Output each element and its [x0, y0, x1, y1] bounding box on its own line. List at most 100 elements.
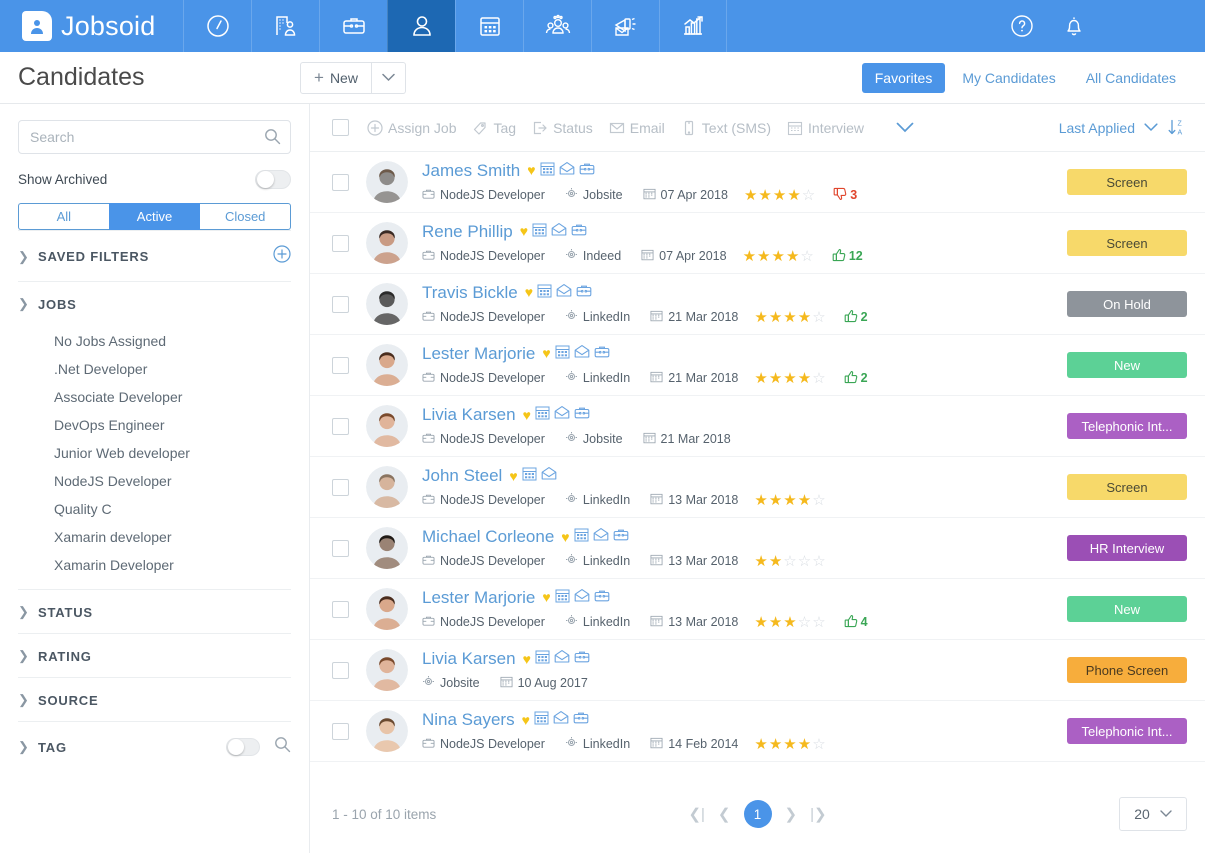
rating-stars[interactable]: ★★★★☆ — [744, 188, 815, 203]
favorite-heart-icon[interactable]: ♥ — [542, 590, 550, 604]
action-text-sms[interactable]: Text (SMS) — [681, 120, 771, 136]
more-actions-chevron-down-icon[interactable] — [896, 122, 914, 133]
nav-team[interactable] — [523, 0, 591, 52]
envelope-open-icon[interactable] — [553, 710, 569, 729]
briefcase-icon[interactable] — [594, 344, 610, 363]
avatar[interactable] — [366, 283, 408, 325]
vote-count-down[interactable]: 3 — [833, 187, 857, 204]
avatar[interactable] — [366, 588, 408, 630]
first-page-icon[interactable]: ❮| — [688, 805, 704, 823]
calendar-icon[interactable] — [574, 527, 589, 546]
rating-stars[interactable]: ★★☆☆☆ — [754, 554, 825, 569]
action-email[interactable]: Email — [609, 120, 665, 136]
nav-dashboard[interactable] — [183, 0, 251, 52]
calendar-icon[interactable] — [532, 222, 547, 241]
avatar[interactable] — [366, 161, 408, 203]
candidate-row[interactable]: Michael Corleone♥NodeJS DeveloperLinkedI… — [310, 518, 1205, 579]
calendar-icon[interactable] — [540, 161, 555, 180]
envelope-open-icon[interactable] — [554, 649, 570, 668]
tag-search-icon[interactable] — [274, 736, 291, 758]
envelope-open-icon[interactable] — [574, 588, 590, 607]
status-badge[interactable]: Screen — [1067, 230, 1187, 256]
rating-stars[interactable]: ★★★★☆ — [754, 310, 825, 325]
envelope-open-icon[interactable] — [541, 466, 557, 485]
briefcase-icon[interactable] — [571, 222, 587, 241]
action-assign-job[interactable]: Assign Job — [367, 120, 456, 136]
favorite-heart-icon[interactable]: ♥ — [542, 346, 550, 360]
filter-section-jobs[interactable]: ❯ JOBS — [18, 282, 291, 325]
row-checkbox[interactable] — [332, 540, 349, 557]
status-badge[interactable]: Phone Screen — [1067, 657, 1187, 683]
sort-control[interactable]: Last Applied Z A — [1059, 118, 1187, 137]
job-filter-item[interactable]: NodeJS Developer — [18, 467, 291, 495]
row-checkbox[interactable] — [332, 723, 349, 740]
avatar[interactable] — [366, 344, 408, 386]
nav-reports[interactable] — [659, 0, 727, 52]
candidate-row[interactable]: Travis Bickle♥NodeJS DeveloperLinkedIn21… — [310, 274, 1205, 335]
briefcase-icon[interactable] — [574, 405, 590, 424]
show-archived-toggle[interactable] — [255, 170, 291, 189]
action-status[interactable]: Status — [532, 120, 593, 136]
row-checkbox[interactable] — [332, 418, 349, 435]
candidate-name[interactable]: Livia Karsen — [422, 650, 516, 667]
vote-count-up[interactable]: 4 — [844, 614, 868, 631]
add-saved-filter-icon[interactable] — [273, 245, 291, 268]
avatar[interactable] — [366, 222, 408, 264]
calendar-icon[interactable] — [534, 710, 549, 729]
candidate-name[interactable]: Lester Marjorie — [422, 345, 535, 362]
envelope-open-icon[interactable] — [556, 283, 572, 302]
briefcase-icon[interactable] — [579, 161, 595, 180]
candidate-name[interactable]: Livia Karsen — [422, 406, 516, 423]
vote-count-up[interactable]: 2 — [844, 309, 868, 326]
status-badge[interactable]: Screen — [1067, 169, 1187, 195]
calendar-icon[interactable] — [537, 283, 552, 302]
rating-stars[interactable]: ★★★★☆ — [743, 249, 814, 264]
envelope-open-icon[interactable] — [551, 222, 567, 241]
avatar[interactable] — [366, 527, 408, 569]
candidate-row[interactable]: James Smith♥NodeJS DeveloperJobsite07 Ap… — [310, 152, 1205, 213]
nav-jobs[interactable] — [319, 0, 387, 52]
job-filter-item[interactable]: Xamarin Developer — [18, 551, 291, 579]
envelope-open-icon[interactable] — [593, 527, 609, 546]
filter-section-rating[interactable]: ❯ RATING — [18, 633, 291, 677]
nav-companies[interactable] — [251, 0, 319, 52]
briefcase-icon[interactable] — [573, 710, 589, 729]
calendar-icon[interactable] — [535, 405, 550, 424]
candidate-name[interactable]: Nina Sayers — [422, 711, 515, 728]
status-badge[interactable]: New — [1067, 352, 1187, 378]
tab-my-candidates[interactable]: My Candidates — [949, 63, 1068, 93]
segment-closed[interactable]: Closed — [200, 203, 291, 230]
rating-stars[interactable]: ★★★★☆ — [754, 371, 825, 386]
filter-section-status[interactable]: ❯ STATUS — [18, 589, 291, 633]
candidate-row[interactable]: Rene Phillip♥NodeJS DeveloperIndeed07 Ap… — [310, 213, 1205, 274]
notification-bell-icon[interactable] — [1061, 13, 1087, 39]
candidate-row[interactable]: Lester Marjorie♥NodeJS DeveloperLinkedIn… — [310, 579, 1205, 640]
envelope-open-icon[interactable] — [554, 405, 570, 424]
tab-all-candidates[interactable]: All Candidates — [1073, 63, 1189, 93]
row-checkbox[interactable] — [332, 296, 349, 313]
help-circle-icon[interactable] — [1009, 13, 1035, 39]
job-filter-item[interactable]: No Jobs Assigned — [18, 327, 291, 355]
job-filter-item[interactable]: Quality C — [18, 495, 291, 523]
favorite-heart-icon[interactable]: ♥ — [523, 652, 531, 666]
page-number-1[interactable]: 1 — [744, 800, 772, 828]
status-badge[interactable]: Telephonic Int... — [1067, 413, 1187, 439]
candidate-name[interactable]: Rene Phillip — [422, 223, 513, 240]
calendar-icon[interactable] — [555, 588, 570, 607]
candidate-row[interactable]: Livia Karsen♥NodeJS DeveloperJobsite21 M… — [310, 396, 1205, 457]
filter-section-source[interactable]: ❯ SOURCE — [18, 677, 291, 721]
favorite-heart-icon[interactable]: ♥ — [525, 285, 533, 299]
vote-count-up[interactable]: 12 — [832, 248, 863, 265]
status-badge[interactable]: Screen — [1067, 474, 1187, 500]
favorite-heart-icon[interactable]: ♥ — [561, 530, 569, 544]
candidate-name[interactable]: James Smith — [422, 162, 520, 179]
nav-candidates[interactable] — [387, 0, 455, 52]
rating-stars[interactable]: ★★★★☆ — [754, 493, 825, 508]
select-all-checkbox[interactable] — [332, 119, 349, 136]
prev-page-icon[interactable]: ❮ — [718, 805, 731, 823]
calendar-icon[interactable] — [522, 466, 537, 485]
candidate-row[interactable]: Lester Marjorie♥NodeJS DeveloperLinkedIn… — [310, 335, 1205, 396]
job-filter-item[interactable]: Associate Developer — [18, 383, 291, 411]
candidate-name[interactable]: Lester Marjorie — [422, 589, 535, 606]
search-input[interactable] — [18, 120, 291, 154]
